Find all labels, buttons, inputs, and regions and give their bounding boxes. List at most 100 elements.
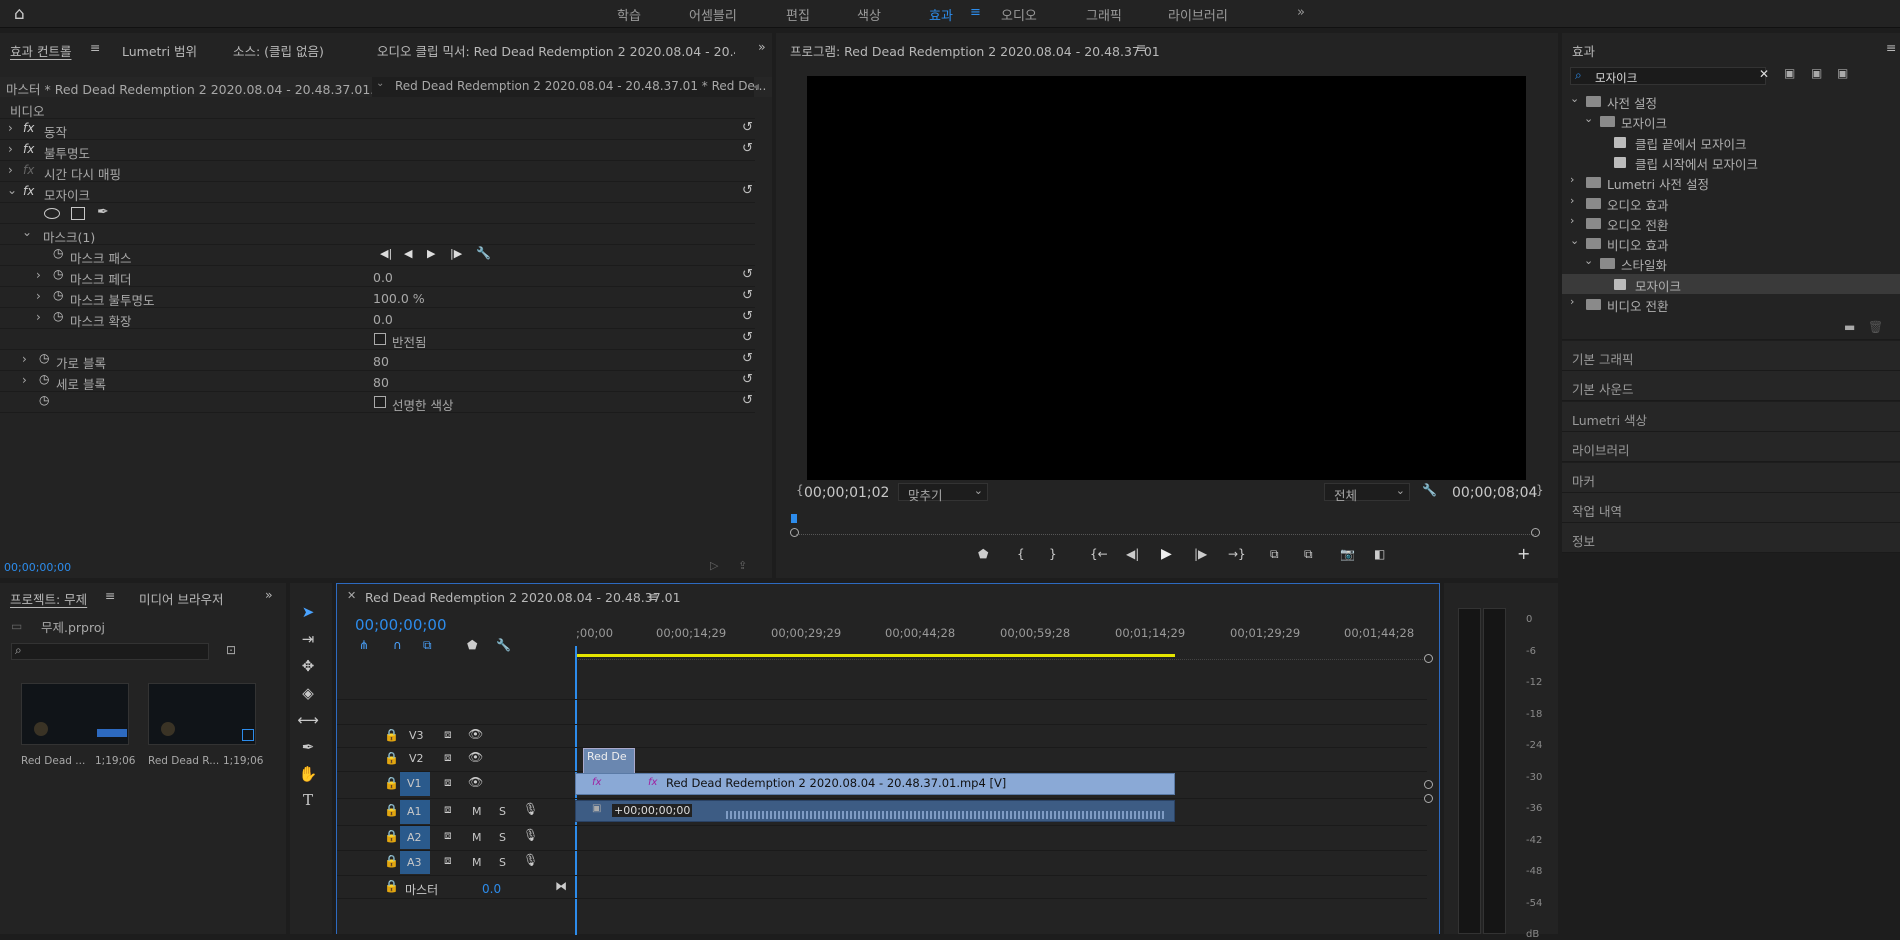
horizontal-blocks-row[interactable]: › ◷ 가로 블록 80 ↺ <box>0 350 755 371</box>
pen-mask-icon[interactable]: ✒ <box>97 204 109 220</box>
chevron-right-icon[interactable]: › <box>22 373 27 387</box>
scroll-handle-icon[interactable] <box>1424 794 1433 803</box>
chevron-right-icon[interactable]: › <box>1570 173 1574 186</box>
delete-icon[interactable]: 🗑 <box>1868 320 1883 334</box>
sharp-colors-checkbox[interactable] <box>374 396 386 408</box>
chevron-down-icon[interactable]: ⌄ <box>1570 92 1579 105</box>
effects-tree-item[interactable]: › Lumetri 사전 설정 <box>1562 172 1900 192</box>
project-search-field[interactable]: ⌕ <box>11 643 209 660</box>
quality-dropdown[interactable]: 전체 ⌄ <box>1324 483 1410 503</box>
effect-row-opacity[interactable]: › fx 불투명도 ↺ <box>0 140 755 161</box>
mask-opacity-row[interactable]: › ◷ 마스크 불투명도 100.0 % ↺ <box>0 287 755 308</box>
mask-path-row[interactable]: ◷ 마스크 패스 ◀| ◀ ▶ |▶ 🔧 <box>0 245 755 266</box>
audio-track-a2[interactable]: 🔒 A2 ⧈ M S 🎙 <box>337 825 1427 849</box>
collapsed-panel-tab[interactable]: 기본 사운드 <box>1562 371 1900 402</box>
audio-clip[interactable]: ▣ +00;00;00;00 <box>575 800 1175 822</box>
workspace-tab-learn[interactable]: 학습 <box>617 5 641 24</box>
panel-menu-icon[interactable]: ≡ <box>648 589 658 604</box>
step-forward-icon[interactable]: |▶ <box>1194 547 1207 561</box>
workspace-tab-libraries[interactable]: 라이브러리 <box>1168 5 1228 24</box>
collapsed-panel-tab[interactable]: 라이브러리 <box>1562 432 1900 463</box>
chevron-down-icon[interactable]: ⌄ <box>1584 112 1593 125</box>
effects-tree-item[interactable]: 클립 끝에서 모자이크 <box>1562 132 1900 152</box>
invert-checkbox[interactable] <box>374 333 386 345</box>
mask-expansion-row[interactable]: › ◷ 마스크 확장 0.0 ↺ <box>0 308 755 329</box>
scrub-end-handle[interactable] <box>1531 528 1540 537</box>
effects-tree-item[interactable]: › 비디오 전환 <box>1562 294 1900 314</box>
track-backward-icon[interactable]: ◀| <box>380 247 392 260</box>
razor-tool-icon[interactable]: ◈ <box>296 684 320 702</box>
sequence-timecode[interactable]: 00;00;00;00 <box>355 616 447 634</box>
scrub-start-handle[interactable] <box>790 528 799 537</box>
track-label[interactable]: A3 <box>400 851 430 874</box>
step-backward-icon[interactable]: ◀ <box>404 247 412 260</box>
eye-icon[interactable]: 👁 <box>468 750 483 764</box>
go-to-out-icon[interactable]: →} <box>1228 547 1246 561</box>
mark-in-icon[interactable]: { <box>1017 547 1025 561</box>
effects-tree-item[interactable]: ⌄ 모자이크 <box>1562 111 1900 131</box>
timeline-settings-icon[interactable]: 🔧 <box>496 638 511 652</box>
go-to-end-icon[interactable]: ⧓ <box>555 879 567 893</box>
property-value[interactable]: 80 <box>373 354 389 369</box>
chevron-right-icon[interactable]: › <box>22 352 27 366</box>
vertical-scrollbar[interactable] <box>1424 654 1434 935</box>
chevron-right-icon[interactable]: › <box>1570 295 1574 308</box>
hand-tool-icon[interactable]: ✋ <box>296 765 320 783</box>
chevron-down-icon[interactable]: ⌄ <box>7 183 17 197</box>
chevron-right-icon[interactable]: › <box>8 121 13 135</box>
collapsed-panel-tab[interactable]: Lumetri 색상 <box>1562 401 1900 432</box>
collapsed-panel-tab[interactable]: 작업 내역 <box>1562 493 1900 523</box>
effects-tree-item[interactable]: › 오디오 전환 <box>1562 213 1900 233</box>
chevron-right-icon[interactable]: › <box>1570 194 1574 207</box>
stopwatch-icon[interactable]: ◷ <box>53 288 63 302</box>
tab-media-browser[interactable]: 미디어 브라우저 <box>139 589 223 608</box>
reset-icon[interactable]: ↺ <box>742 309 753 324</box>
effects-tree-item[interactable]: 클립 시작에서 모자이크 <box>1562 152 1900 172</box>
solo-button[interactable]: S <box>499 805 506 818</box>
marker-icon[interactable]: ⬟ <box>978 547 988 561</box>
sharp-colors-row[interactable]: ◷ 선명한 색상 ↺ <box>0 392 755 413</box>
lock-icon[interactable]: 🔒 <box>384 728 399 742</box>
fx-icon[interactable]: fx <box>23 121 34 135</box>
effects-tree-item[interactable]: ⌄ 스타일화 <box>1562 253 1900 273</box>
close-sequence-icon[interactable]: ✕ <box>347 589 356 602</box>
stopwatch-icon[interactable]: ◷ <box>53 309 63 323</box>
scrub-bar[interactable] <box>796 526 1536 535</box>
effects-tree-item[interactable]: ⌄ 비디오 효과 <box>1562 233 1900 253</box>
project-item[interactable] <box>21 683 129 745</box>
insert-icon[interactable]: ⧉ <box>1270 547 1279 562</box>
step-back-icon[interactable]: ◀| <box>1126 547 1139 561</box>
track-select-tool-icon[interactable]: ⇥ <box>296 630 320 648</box>
lock-icon[interactable]: 🔒 <box>384 751 399 765</box>
collapsed-panel-tab[interactable]: 정보 <box>1562 523 1900 554</box>
stopwatch-icon[interactable]: ◷ <box>39 393 49 407</box>
track-label[interactable]: V2 <box>409 752 424 765</box>
ripple-edit-tool-icon[interactable]: ✥ <box>296 657 320 675</box>
work-area-bar[interactable] <box>575 654 1175 657</box>
workspace-menu-icon[interactable]: ≡ <box>970 5 981 20</box>
panel-menu-icon[interactable]: ≡ <box>1136 40 1146 55</box>
linked-selection-icon[interactable]: ⧉ <box>423 638 432 653</box>
reset-icon[interactable]: ↺ <box>742 393 753 408</box>
tab-lumetri-scopes[interactable]: Lumetri 범위 <box>122 41 197 60</box>
reset-icon[interactable]: ↺ <box>742 288 753 303</box>
panel-menu-icon[interactable]: ≡ <box>90 40 100 55</box>
panel-menu-icon[interactable]: ≡ <box>105 588 115 603</box>
track-label[interactable]: A2 <box>400 826 430 849</box>
slip-tool-icon[interactable]: ⟷ <box>296 711 320 729</box>
audio-track-a3[interactable]: 🔒 A3 ⧈ M S 🎙 <box>337 850 1427 874</box>
track-label[interactable]: V3 <box>409 729 424 742</box>
mask-row[interactable]: ⌄ 마스크(1) <box>0 224 755 245</box>
stopwatch-icon[interactable]: ◷ <box>53 246 63 260</box>
filter-icon[interactable]: ▷ <box>710 559 718 572</box>
lock-icon[interactable]: 🔒 <box>384 776 399 790</box>
home-icon[interactable]: ⌂ <box>14 4 25 24</box>
lock-icon[interactable]: 🔒 <box>384 854 399 868</box>
solo-button[interactable]: S <box>499 831 506 844</box>
track-forward-icon[interactable]: |▶ <box>450 247 462 260</box>
lock-icon[interactable]: 🔒 <box>384 829 399 843</box>
solo-button[interactable]: S <box>499 856 506 869</box>
chevron-down-icon[interactable]: ⌄ <box>1584 254 1593 267</box>
reset-icon[interactable]: ↺ <box>742 141 753 156</box>
accelerated-effects-icon[interactable]: ▣ <box>1784 66 1795 80</box>
